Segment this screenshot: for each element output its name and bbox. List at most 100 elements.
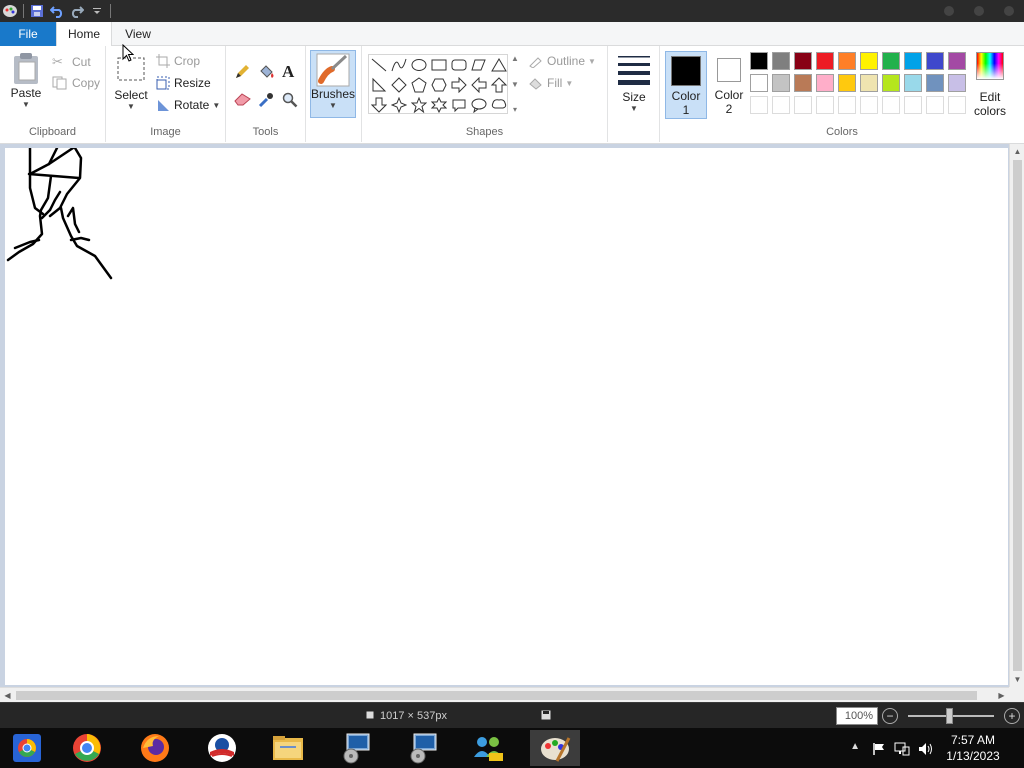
gallery-up-icon[interactable]: ▲ [511, 54, 519, 63]
rotate-button[interactable]: Rotate ▼ [156, 98, 220, 112]
resize-button[interactable]: Resize [156, 76, 211, 90]
scroll-right-icon[interactable]: ▶ [994, 688, 1009, 703]
magnifier-tool[interactable] [282, 92, 298, 108]
gallery-more-icon[interactable]: ▾ [513, 105, 517, 114]
palette-empty-swatch[interactable] [750, 96, 768, 114]
zoom-out-icon[interactable]: − [882, 708, 898, 724]
palette-empty-swatch[interactable] [926, 96, 944, 114]
taskbar-clock[interactable]: 7:57 AM 1/13/2023 [938, 732, 1008, 764]
network-icon[interactable] [894, 742, 910, 756]
palette-color-swatch[interactable] [816, 74, 834, 92]
gallery-down-icon[interactable]: ▼ [511, 80, 519, 89]
scroll-down-icon[interactable]: ▼ [1010, 672, 1024, 687]
chrome-icon[interactable] [62, 730, 112, 766]
curve-shape[interactable] [389, 55, 409, 75]
right-triangle-shape[interactable] [369, 75, 389, 95]
palette-color-swatch[interactable] [860, 52, 878, 70]
horizontal-scroll-thumb[interactable] [16, 691, 977, 700]
close-button[interactable] [994, 0, 1024, 22]
palette-color-swatch[interactable] [904, 52, 922, 70]
line-shape[interactable] [369, 55, 389, 75]
tab-home[interactable]: Home [56, 22, 112, 47]
installer-icon-2[interactable] [397, 730, 447, 766]
palette-empty-swatch[interactable] [904, 96, 922, 114]
oval-callout-shape[interactable] [469, 95, 489, 115]
rounded-callout-shape[interactable] [449, 95, 469, 115]
palette-color-swatch[interactable] [948, 74, 966, 92]
palette-color-swatch[interactable] [816, 52, 834, 70]
palette-color-swatch[interactable] [772, 52, 790, 70]
color-picker-tool[interactable] [258, 92, 274, 108]
palette-color-swatch[interactable] [794, 74, 812, 92]
file-explorer-icon[interactable] [263, 730, 313, 766]
down-arrow-shape[interactable] [369, 95, 389, 115]
oval-shape[interactable] [409, 55, 429, 75]
triangle-shape[interactable] [489, 55, 509, 75]
installer-icon[interactable] [330, 730, 380, 766]
palette-color-swatch[interactable] [794, 52, 812, 70]
tab-view[interactable]: View [114, 22, 162, 46]
palette-empty-swatch[interactable] [816, 96, 834, 114]
vertical-scrollbar[interactable]: ▲ ▼ [1009, 144, 1024, 687]
palette-color-swatch[interactable] [926, 74, 944, 92]
customize-qat-icon[interactable] [87, 1, 107, 21]
left-arrow-shape[interactable] [469, 75, 489, 95]
fill-tool[interactable] [258, 64, 276, 80]
palette-color-swatch[interactable] [772, 74, 790, 92]
palette-color-swatch[interactable] [926, 52, 944, 70]
palette-color-swatch[interactable] [838, 74, 856, 92]
right-arrow-shape[interactable] [449, 75, 469, 95]
palette-color-swatch[interactable] [838, 52, 856, 70]
maximize-button[interactable] [964, 0, 994, 22]
palette-empty-swatch[interactable] [838, 96, 856, 114]
pencil-tool[interactable] [234, 64, 250, 80]
firefox-icon[interactable] [130, 730, 180, 766]
rectangle-shape[interactable] [429, 55, 449, 75]
size-button[interactable]: Size ▼ [614, 54, 654, 113]
select-button[interactable]: Select ▼ [112, 54, 150, 111]
undo-icon[interactable] [47, 1, 67, 21]
outline-button[interactable]: Outline ▼ [528, 54, 596, 68]
pentagon-shape[interactable] [409, 75, 429, 95]
eraser-tool[interactable] [234, 92, 252, 106]
diamond-shape[interactable] [389, 75, 409, 95]
drawing-canvas[interactable] [5, 148, 1008, 685]
paint-icon[interactable] [530, 730, 580, 766]
palette-color-swatch[interactable] [948, 52, 966, 70]
brushes-button[interactable]: Brushes ▼ [310, 50, 356, 118]
palette-color-swatch[interactable] [882, 52, 900, 70]
scroll-left-icon[interactable]: ◀ [0, 688, 15, 703]
vertical-scroll-thumb[interactable] [1013, 160, 1022, 671]
action-center-flag-icon[interactable] [872, 742, 886, 756]
people-icon[interactable] [463, 730, 513, 766]
polygon-shape[interactable] [469, 55, 489, 75]
volume-icon[interactable] [918, 741, 934, 757]
palette-color-swatch[interactable] [750, 74, 768, 92]
horizontal-scrollbar[interactable]: ◀ ▶ [0, 687, 1009, 702]
fill-button[interactable]: Fill ▼ [528, 76, 573, 90]
six-point-star-shape[interactable] [429, 95, 449, 115]
up-arrow-shape[interactable] [489, 75, 509, 95]
zoom-in-icon[interactable]: + [1004, 708, 1020, 724]
obama-app-icon[interactable] [197, 730, 247, 766]
palette-empty-swatch[interactable] [772, 96, 790, 114]
hexagon-shape[interactable] [429, 75, 449, 95]
save-icon[interactable] [27, 1, 47, 21]
redo-icon[interactable] [67, 1, 87, 21]
palette-color-swatch[interactable] [860, 74, 878, 92]
cut-button[interactable]: ✂ Cut [52, 54, 91, 70]
edit-colors-button[interactable]: Edit colors [970, 52, 1010, 118]
chrome-remote-icon[interactable] [2, 730, 52, 766]
paint-app-icon[interactable] [0, 1, 20, 21]
cloud-callout-shape[interactable] [489, 95, 509, 115]
text-tool[interactable]: A [282, 62, 294, 82]
palette-empty-swatch[interactable] [794, 96, 812, 114]
zoom-level[interactable]: 100% [836, 707, 878, 725]
palette-color-swatch[interactable] [904, 74, 922, 92]
palette-color-swatch[interactable] [882, 74, 900, 92]
color2-button[interactable]: Color 2 [709, 51, 749, 119]
crop-button[interactable]: Crop [156, 54, 200, 68]
palette-empty-swatch[interactable] [882, 96, 900, 114]
four-point-star-shape[interactable] [389, 95, 409, 115]
copy-button[interactable]: Copy [52, 76, 100, 90]
